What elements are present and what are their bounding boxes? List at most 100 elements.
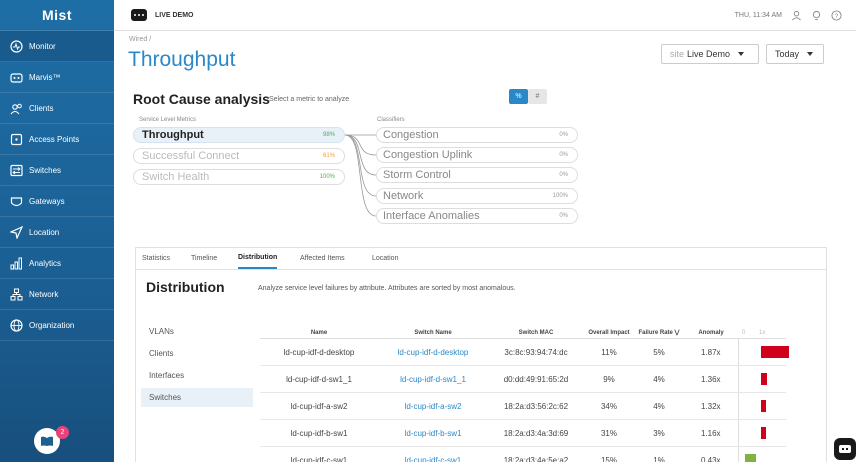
network-icon [10,288,23,300]
main-content: Wired / Throughput site Live Demo Today … [114,31,856,462]
cell-anomaly-bar [737,419,786,447]
sidebar-item-location[interactable]: Location [0,217,114,248]
cell-failure-rate: 1% [634,446,684,462]
table-row[interactable]: ld-cup-idf-b-sw1 ld-cup-idf-b-sw1 18:2a:d3… [260,419,786,447]
breadcrumb[interactable]: Wired / [129,36,151,43]
svg-text:?: ? [835,12,839,19]
tab-timeline[interactable]: Timeline [191,248,217,269]
cell-anomaly: 1.16x [684,419,738,447]
sidebar-item-analytics[interactable]: Analytics [0,248,114,279]
column-header-switch-mac[interactable]: Switch MAC [488,316,584,339]
classifier-congestion-uplink[interactable]: Congestion Uplink 0% [376,147,578,163]
sidebar-item-clients[interactable]: Clients [0,93,114,124]
table-row[interactable]: ld-cup-idf-d-sw1_1 ld-cup-idf-d-sw1_1 d0:d… [260,365,786,393]
cell-failure-rate: 5% [634,338,684,366]
sidebar-item-network[interactable]: Network [0,279,114,310]
cell-anomaly: 1.87x [684,338,738,366]
sidebar-item-label: Monitor [29,41,56,51]
help-book-button[interactable]: 2 [34,426,69,454]
tab-location[interactable]: Location [372,248,398,269]
clients-icon [10,103,22,114]
attribute-vlans[interactable]: VLANs [141,322,253,341]
date-range-selector[interactable]: Today [766,44,824,64]
switch-name-link[interactable]: ld-cup-idf-c-sw1 [378,446,488,462]
classifier-label: Congestion [383,129,439,141]
cell-failure-rate: 4% [634,392,684,420]
table-row[interactable]: ld-cup-idf-d-desktop ld-cup-idf-d-desktop… [260,338,789,366]
anomaly-bar [760,373,767,385]
attribute-switches[interactable]: Switches [141,388,253,407]
column-header-switch-name[interactable]: Switch Name [378,316,488,339]
tab-statistics[interactable]: Statistics [142,248,170,269]
cell-anomaly: 1.32x [684,392,738,420]
sidebar-item-label: Analytics [29,258,62,268]
sidebar-item-switches[interactable]: Switches [0,155,114,186]
notification-badge: 2 [56,426,69,439]
sidebar-item-label: Organization [29,320,75,330]
metric-throughput[interactable]: Throughput 98% [133,127,345,143]
sidebar-item-marvis[interactable]: Marvis™ [0,62,114,93]
rca-subtitle: Select a metric to analyze [269,96,350,103]
percent-toggle-button[interactable]: % [509,89,528,104]
mist-logo[interactable]: Mist [0,0,114,31]
site-selector[interactable]: site Live Demo [661,44,759,64]
tab-distribution[interactable]: Distribution [238,248,278,269]
attribute-interfaces[interactable]: Interfaces [141,366,253,385]
date-range-value: Today [775,49,800,59]
lightbulb-icon[interactable] [811,10,822,21]
cell-overall-impact: 15% [584,446,634,462]
classifier-value: 0% [559,172,568,178]
marvis-assistant-button[interactable] [834,438,856,460]
sidebar-item-monitor[interactable]: Monitor [0,31,114,62]
classifier-congestion[interactable]: Congestion 0% [376,127,578,143]
sidebar-item-organization[interactable]: Organization [0,310,114,341]
cell-name: ld-cup-idf-d-sw1_1 [260,365,378,393]
attribute-clients[interactable]: Clients [141,344,253,363]
user-icon[interactable] [791,10,802,21]
switch-name-link[interactable]: ld-cup-idf-b-sw1 [378,419,488,447]
switch-name-link[interactable]: ld-cup-idf-d-desktop [378,338,488,366]
cell-name: ld-cup-idf-a-sw2 [260,392,378,420]
classifier-interface-anomalies[interactable]: Interface Anomalies 0% [376,208,578,224]
classifier-network[interactable]: Network 100% [376,188,578,204]
classifier-label: Storm Control [383,169,451,181]
table-row[interactable]: ld-cup-idf-c-sw1 ld-cup-idf-c-sw1 18:2a:d3… [260,446,786,462]
site-selector-value: Live Demo [687,49,731,59]
switch-icon [10,164,23,176]
count-toggle-button[interactable]: # [528,89,547,104]
sidebar-item-gateways[interactable]: Gateways [0,186,114,217]
classifier-value: 0% [559,213,568,219]
column-header-name[interactable]: Name [260,316,378,339]
cell-switch-mac: 3c:8c:93:94:74:dc [488,338,584,366]
access-point-icon [10,133,23,145]
anomaly-bar [760,427,766,439]
metric-successful-connect[interactable]: Successful Connect 61% [133,148,345,164]
switch-name-link[interactable]: ld-cup-idf-d-sw1_1 [378,365,488,393]
cell-failure-rate: 4% [634,365,684,393]
sidebar-item-access-points[interactable]: Access Points [0,124,114,155]
table-row[interactable]: ld-cup-idf-a-sw2 ld-cup-idf-a-sw2 18:2a:d3… [260,392,786,420]
cell-name: ld-cup-idf-d-desktop [260,338,378,366]
chevron-down-icon [807,52,814,56]
metric-switch-health[interactable]: Switch Health 100% [133,169,345,185]
rca-title: Root Cause analysis [133,91,270,107]
tab-affected-items[interactable]: Affected Items [300,248,345,269]
classifier-storm-control[interactable]: Storm Control 0% [376,167,578,183]
anomaly-bar [745,454,757,462]
classifier-value: 0% [559,152,568,158]
classifier-value: 0% [559,132,568,138]
column-header-anomaly[interactable]: Anomaly [684,316,738,339]
cell-failure-rate: 3% [634,419,684,447]
value-toggle: % # [509,89,547,104]
column-header-failure-rate[interactable]: Failure Rate ⋁ [634,316,684,339]
sort-down-icon: ⋁ [674,330,680,336]
failure-rate-label: Failure Rate [638,330,673,336]
column-header-overall-impact[interactable]: Overall Impact [584,316,634,339]
help-icon[interactable]: ? [831,9,842,21]
top-right-controls: THU, 11:34 AM ? [735,0,842,30]
analytics-icon [10,257,22,269]
switch-name-link[interactable]: ld-cup-idf-a-sw2 [378,392,488,420]
anomaly-bar [760,346,789,358]
logo-text: Mist [42,7,72,23]
classifier-label: Network [383,190,424,202]
